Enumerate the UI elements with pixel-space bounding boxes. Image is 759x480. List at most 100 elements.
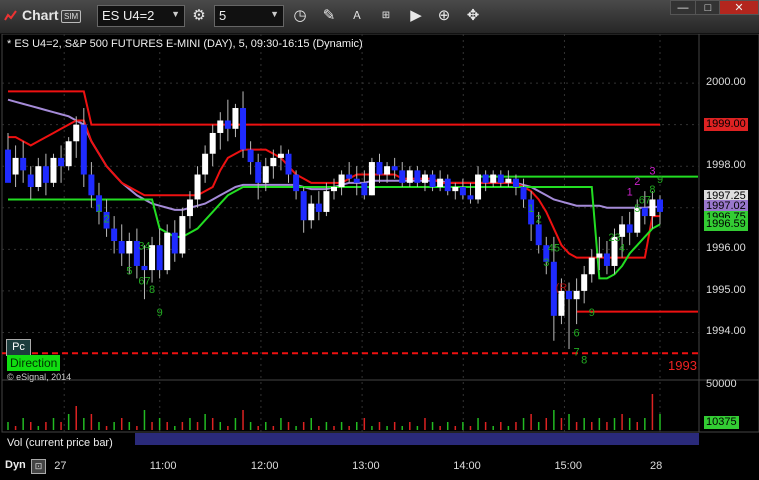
candle-body: [475, 174, 482, 200]
time-tick-label: 28: [650, 460, 663, 472]
count-label: 9: [157, 307, 163, 319]
count-label: (R: [556, 282, 568, 294]
count-label: 45: [548, 242, 560, 254]
interval-dropdown-icon[interactable]: ▼: [270, 9, 279, 19]
chart-canvas[interactable]: 12345678912345(R967823456789123: [0, 34, 759, 480]
candle-body: [262, 166, 269, 183]
candle-body: [384, 166, 391, 175]
candle-body: [414, 170, 421, 183]
pc-button[interactable]: Pc: [6, 339, 31, 356]
candle-body: [156, 245, 163, 271]
candle-body: [73, 124, 80, 142]
candle-body: [361, 182, 368, 196]
app-title: Chart: [22, 7, 59, 23]
candle-body: [111, 228, 118, 242]
count-label: 8: [149, 284, 155, 296]
count-label: 5: [126, 265, 132, 277]
settings-icon[interactable]: ⚙: [188, 5, 210, 27]
time-tick-label: 14:00: [453, 460, 481, 472]
candle-body: [270, 157, 277, 167]
candle-body: [391, 166, 398, 171]
candle-body: [308, 203, 315, 221]
candle-body: [512, 178, 519, 187]
draw-icon[interactable]: ✎: [318, 5, 340, 27]
candle-body: [240, 108, 247, 150]
maximize-button[interactable]: □: [695, 0, 721, 15]
symbol-input[interactable]: ES U4=2 ▼: [97, 5, 185, 27]
candle-body: [558, 290, 565, 316]
dyn-settings-icon[interactable]: ⊡: [31, 459, 46, 474]
candle-body: [232, 108, 239, 129]
candle-body: [346, 174, 353, 179]
close-button[interactable]: ✕: [719, 0, 759, 15]
dyn-button[interactable]: Dyn: [5, 459, 26, 471]
link-icon[interactable]: ⊞: [375, 5, 397, 27]
candle-body: [376, 162, 383, 175]
symbol-dropdown-icon[interactable]: ▼: [171, 9, 180, 19]
symbol-value: ES U4=2: [102, 8, 155, 23]
price-tag: 1996.59: [704, 217, 748, 231]
candle-body: [35, 166, 42, 187]
count-label: 8: [649, 184, 655, 196]
candle-body: [164, 232, 171, 271]
chart-toolbar: Chart SIM ES U4=2 ▼ ⚙ 5 ▼ ◷ ✎ Ａ ⊞ ▶ ⊕ ✥ …: [0, 0, 759, 34]
chart-title: * ES U4=2, S&P 500 FUTURES E-MINI (DAY),…: [7, 38, 363, 50]
candle-body: [126, 241, 133, 254]
level-label: 1993: [668, 358, 697, 373]
count-label: 3: [649, 166, 655, 178]
count-label: 1: [627, 186, 633, 198]
candle-body: [505, 178, 512, 183]
count-label: 9: [657, 174, 663, 186]
count-label: 7: [574, 346, 580, 358]
candle-body: [255, 162, 262, 183]
candle-body: [65, 141, 72, 167]
candle-body: [118, 241, 125, 254]
price-tag: 1999.00: [704, 117, 748, 131]
sim-badge: SIM: [61, 10, 82, 23]
candle-body: [497, 174, 504, 183]
time-tick-label: 13:00: [352, 460, 380, 472]
candle-body: [368, 162, 375, 196]
candle-body: [467, 195, 474, 200]
candle-body: [58, 157, 65, 167]
candle-body: [247, 149, 254, 163]
play-icon[interactable]: ▶: [405, 5, 427, 27]
candle-body: [293, 174, 300, 192]
count-label: 2: [634, 176, 640, 188]
candle-body: [285, 153, 292, 175]
interval-input[interactable]: 5 ▼: [214, 5, 284, 27]
candle-body: [217, 120, 224, 133]
interval-value: 5: [219, 8, 227, 23]
candle-body: [194, 174, 201, 200]
candle-body: [581, 274, 588, 291]
direction-button[interactable]: Direction: [7, 355, 61, 371]
price-tick-label: 1994.00: [706, 325, 746, 338]
text-icon[interactable]: Ａ: [346, 5, 368, 27]
chart-icon: [4, 10, 17, 21]
zoom-icon[interactable]: ⊕: [433, 5, 455, 27]
volume-label: Vol (current price bar): [7, 437, 113, 449]
count-label: 3: [543, 257, 549, 269]
candle-body: [50, 157, 57, 183]
price-tick-label: 1996.00: [706, 242, 746, 255]
candle-body: [490, 174, 497, 183]
candle-body: [444, 178, 451, 192]
horizontal-scrollbar[interactable]: [135, 433, 699, 445]
candle-body: [596, 253, 603, 258]
time-tick-label: 15:00: [554, 460, 582, 472]
candle-body: [626, 224, 633, 233]
count-label: 6: [574, 328, 580, 340]
candle-body: [603, 253, 610, 266]
candle-body: [171, 232, 178, 254]
candle-body: [315, 203, 322, 212]
candle-body: [27, 174, 34, 187]
candle-body: [300, 191, 307, 221]
time-tick-label: 12:00: [250, 460, 279, 472]
minimize-button[interactable]: —: [670, 0, 696, 15]
candle-body: [20, 157, 27, 171]
volume-current-tag: 10375: [704, 416, 739, 429]
clock-icon[interactable]: ◷: [289, 5, 311, 27]
crosshair-icon[interactable]: ✥: [462, 5, 484, 27]
candle-body: [224, 120, 231, 129]
count-label: 2: [103, 213, 109, 225]
